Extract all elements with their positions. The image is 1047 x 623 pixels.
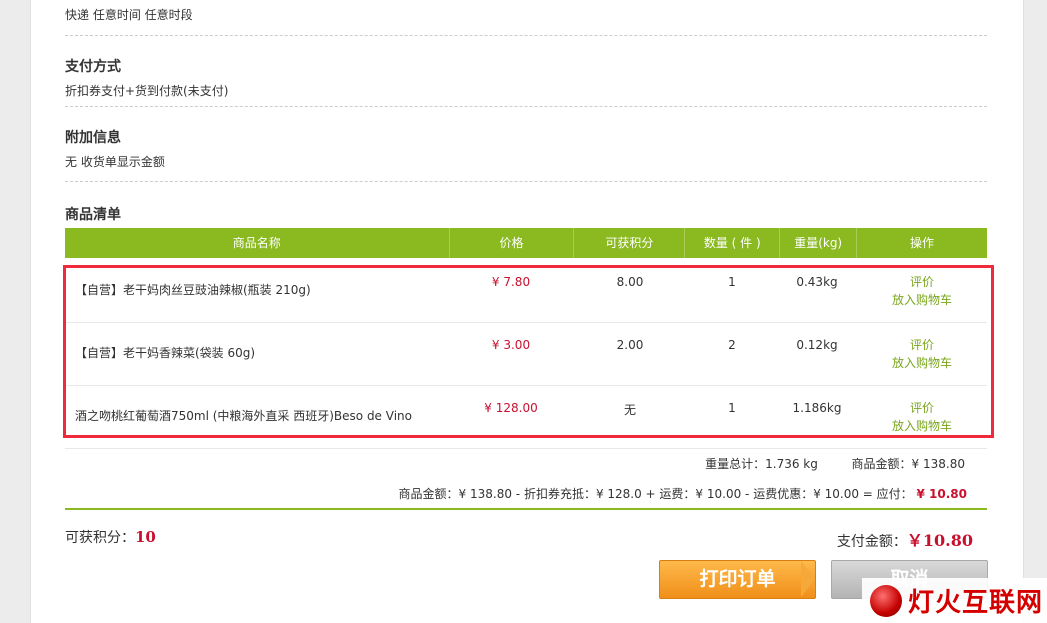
item-qty: 1 bbox=[728, 275, 736, 289]
add-to-cart-link[interactable]: 放入购物车 bbox=[857, 417, 987, 435]
divider bbox=[65, 181, 987, 182]
payment-section: 支付方式 折扣券支付+货到付款(未支付) bbox=[65, 56, 987, 99]
watermark: 灯火互联网 bbox=[862, 578, 1047, 623]
print-order-button[interactable]: 打印订单 bbox=[659, 560, 816, 599]
divider bbox=[65, 106, 987, 107]
watermark-logo-icon bbox=[870, 584, 902, 617]
item-price: ¥ 7.80 bbox=[491, 275, 531, 289]
item-price: ¥ 128.00 bbox=[484, 401, 538, 415]
item-weight: 0.43kg bbox=[796, 275, 838, 289]
item-points: 8.00 bbox=[616, 275, 644, 289]
weight-total: 重量总计：1.736 kg bbox=[705, 457, 818, 471]
item-name: 酒之吻桃红葡萄酒750ml (中粮海外直采 西班牙)Beso de Vino bbox=[75, 409, 412, 423]
points-earned: 可获积分：10 bbox=[65, 527, 156, 547]
item-points: 2.00 bbox=[616, 338, 644, 352]
items-section: 商品清单 bbox=[65, 204, 987, 224]
divider bbox=[65, 508, 987, 510]
summary-line-2: 商品金额：¥ 138.80 - 折扣券充抵：¥ 128.0 + 运费：¥ 10.… bbox=[399, 485, 967, 502]
col-header-qty: 数量 ( 件 ) bbox=[685, 228, 781, 258]
item-ops: 评价 放入购物车 bbox=[857, 336, 987, 372]
goods-amount: 商品金额：¥ 138.80 bbox=[851, 457, 965, 471]
item-weight: 1.186kg bbox=[792, 401, 842, 415]
pay-value: ￥10.80 bbox=[906, 531, 973, 550]
extra-title: 附加信息 bbox=[65, 130, 121, 146]
print-order-label: 打印订单 bbox=[699, 568, 776, 590]
items-table-header: 商品名称 价格 可获积分 数量 ( 件 ) 重量(kg) 操作 bbox=[65, 228, 987, 258]
review-link[interactable]: 评价 bbox=[857, 336, 987, 354]
pay-label: 支付金额： bbox=[836, 534, 907, 550]
item-price: ¥ 3.00 bbox=[491, 338, 531, 352]
points-label: 可获积分： bbox=[65, 530, 135, 546]
table-row: 【自营】老干妈肉丝豆豉油辣椒(瓶装 210g) ¥ 7.80 8.00 1 0.… bbox=[65, 259, 987, 323]
points-value: 10 bbox=[135, 528, 156, 546]
delivery-section: 快递 任意时间 任意时段 bbox=[65, 6, 987, 23]
review-link[interactable]: 评价 bbox=[857, 273, 987, 291]
item-ops: 评价 放入购物车 bbox=[857, 399, 987, 435]
extra-text: 无 收货单显示金额 bbox=[65, 155, 165, 169]
extra-info-section: 附加信息 无 收货单显示金额 bbox=[65, 127, 987, 170]
watermark-text: 灯火互联网 bbox=[908, 588, 1044, 618]
amount-formula: 商品金额：¥ 138.80 - 折扣券充抵：¥ 128.0 + 运费：¥ 10.… bbox=[398, 487, 913, 501]
item-ops: 评价 放入购物车 bbox=[857, 273, 987, 309]
order-detail-page: 快递 任意时间 任意时段 支付方式 折扣券支付+货到付款(未支付) 附加信息 无… bbox=[30, 0, 1024, 623]
arrow-icon bbox=[801, 561, 815, 597]
add-to-cart-link[interactable]: 放入购物车 bbox=[857, 354, 987, 372]
delivery-text: 快递 任意时间 任意时段 bbox=[65, 8, 193, 22]
col-header-points: 可获积分 bbox=[574, 228, 686, 258]
payment-text: 折扣券支付+货到付款(未支付) bbox=[65, 84, 229, 98]
payable-amount: ¥ 10.80 bbox=[916, 487, 967, 501]
review-link[interactable]: 评价 bbox=[857, 399, 987, 417]
item-points: 无 bbox=[623, 403, 636, 417]
col-header-ops: 操作 bbox=[910, 236, 935, 250]
pay-total: 支付金额：￥10.80 bbox=[837, 527, 973, 551]
divider bbox=[65, 35, 987, 36]
item-weight: 0.12kg bbox=[796, 338, 838, 352]
col-header-name: 商品名称 bbox=[65, 228, 450, 258]
item-name: 【自营】老干妈肉丝豆豉油辣椒(瓶装 210g) bbox=[75, 283, 311, 297]
items-title: 商品清单 bbox=[65, 207, 121, 223]
col-header-price: 价格 bbox=[450, 228, 575, 258]
table-row: 【自营】老干妈香辣菜(袋装 60g) ¥ 3.00 2.00 2 0.12kg … bbox=[65, 322, 987, 386]
col-header-weight: 重量(kg) bbox=[780, 228, 858, 258]
item-qty: 1 bbox=[728, 401, 736, 415]
item-name: 【自营】老干妈香辣菜(袋装 60g) bbox=[75, 346, 256, 360]
item-qty: 2 bbox=[728, 338, 736, 352]
summary-line-1: 重量总计：1.736 kg 商品金额：¥ 138.80 bbox=[705, 455, 965, 472]
payment-title: 支付方式 bbox=[65, 59, 121, 75]
table-row: 酒之吻桃红葡萄酒750ml (中粮海外直采 西班牙)Beso de Vino ¥… bbox=[65, 385, 987, 449]
add-to-cart-link[interactable]: 放入购物车 bbox=[857, 291, 987, 309]
